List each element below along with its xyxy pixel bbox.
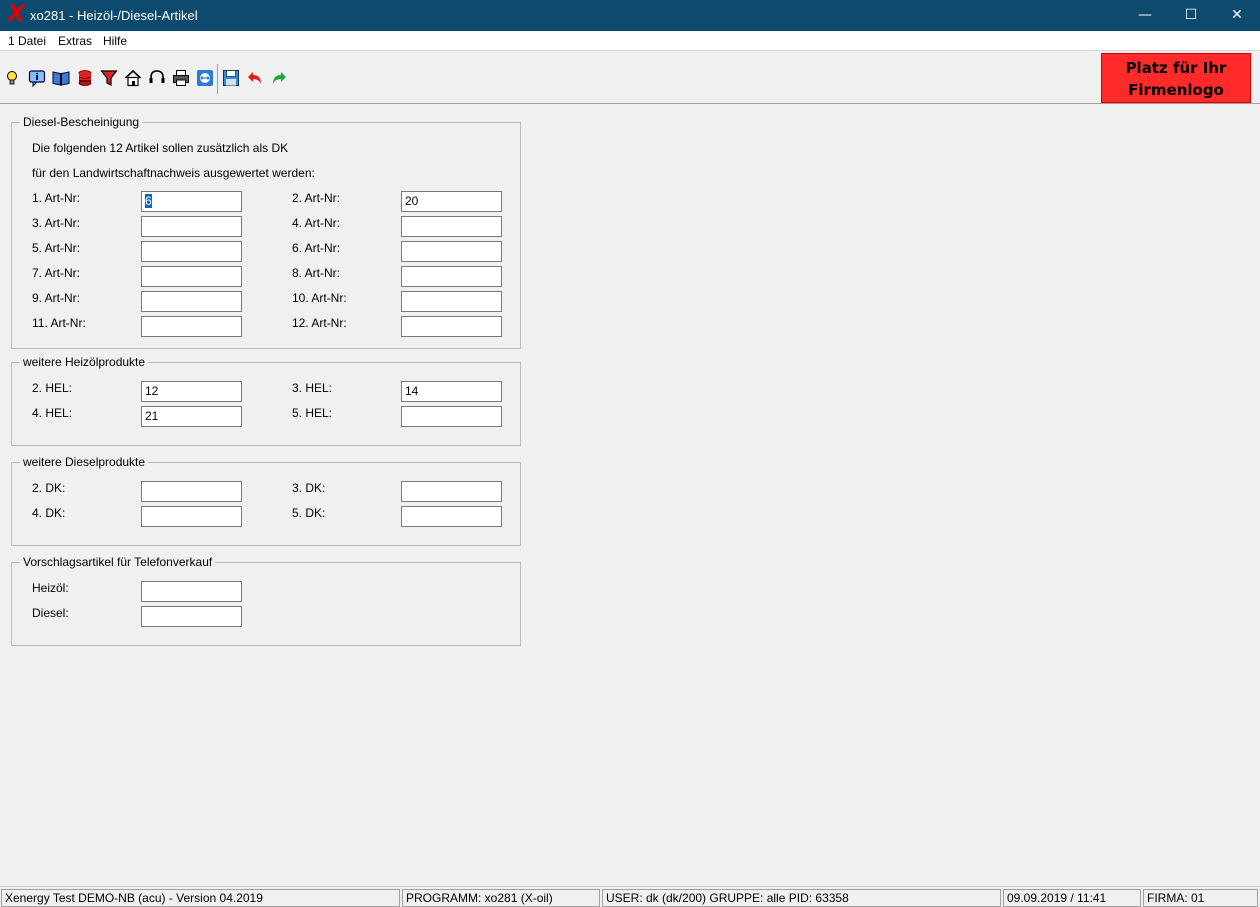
diesel-bescheinigung-group: Diesel-Bescheinigung Die folgenden 12 Ar… — [11, 115, 521, 349]
print-icon[interactable] — [171, 68, 191, 88]
status-program: PROGRAMM: xo281 (X-oil) — [402, 889, 600, 907]
main-content: Diesel-Bescheinigung Die folgenden 12 Ar… — [0, 105, 1260, 885]
menu-extras[interactable]: Extras — [58, 34, 92, 48]
field-label: 4. HEL: — [32, 406, 73, 420]
status-bar: Xenergy Test DEMO-NB (acu) - Version 04.… — [0, 886, 1260, 907]
logo-line1: Platz für Ihr — [1125, 59, 1227, 77]
field-label: 12. Art-Nr: — [292, 316, 347, 330]
headset-icon[interactable] — [147, 68, 167, 88]
art-nr-4-input[interactable] — [401, 216, 502, 237]
art-nr-11-input[interactable] — [141, 316, 242, 337]
field-label: 5. Art-Nr: — [32, 241, 81, 255]
info-icon[interactable] — [27, 68, 47, 88]
diesel-description-line1: Die folgenden 12 Artikel sollen zusätzli… — [32, 141, 289, 155]
field-label: 8. Art-Nr: — [292, 266, 341, 280]
redo-icon[interactable] — [269, 68, 289, 88]
field-label: 6. Art-Nr: — [292, 241, 341, 255]
field-label: 3. DK: — [292, 481, 326, 495]
status-datetime: 09.09.2019 / 11:41 — [1003, 889, 1141, 907]
art-nr-12-input[interactable] — [401, 316, 502, 337]
field-label: 9. Art-Nr: — [32, 291, 81, 305]
art-nr-2-input[interactable]: 20 — [401, 191, 502, 212]
art-nr-1-input[interactable]: 6 — [141, 191, 242, 212]
field-label: 1. Art-Nr: — [32, 191, 81, 205]
field-label: 4. Art-Nr: — [292, 216, 341, 230]
field-label: 3. Art-Nr: — [32, 216, 81, 230]
diesel-suggestion-input[interactable] — [141, 606, 242, 627]
status-firma: FIRMA: 01 — [1143, 889, 1258, 907]
undo-icon[interactable] — [245, 68, 265, 88]
heizoel-suggestion-input[interactable] — [141, 581, 242, 602]
status-user: USER: dk (dk/200) GRUPPE: alle PID: 6335… — [602, 889, 1001, 907]
group-title: Vorschlagsartikel für Telefonverkauf — [20, 555, 216, 569]
hel-3-input[interactable]: 14 — [401, 381, 502, 402]
remote-icon[interactable] — [195, 68, 215, 88]
book-icon[interactable] — [51, 68, 71, 88]
heizoel-products-group: weitere Heizölprodukte 2. HEL: 12 3. HEL… — [11, 355, 521, 446]
field-label: 3. HEL: — [292, 381, 333, 395]
field-label: 11. Art-Nr: — [32, 316, 86, 330]
field-label: 5. HEL: — [292, 406, 333, 420]
field-label: 2. Art-Nr: — [292, 191, 341, 205]
field-label: 10. Art-Nr: — [292, 291, 347, 305]
art-nr-3-input[interactable] — [141, 216, 242, 237]
minimize-button[interactable]: — — [1122, 0, 1168, 31]
lightbulb-icon[interactable] — [2, 68, 22, 88]
save-icon[interactable] — [221, 68, 241, 88]
logo-line2: Firmenlogo — [1128, 81, 1224, 99]
field-label: Heizöl: — [32, 581, 69, 595]
hel-5-input[interactable] — [401, 406, 502, 427]
database-icon[interactable] — [75, 68, 95, 88]
field-label: 4. DK: — [32, 506, 66, 520]
field-label: 2. HEL: — [32, 381, 73, 395]
status-version: Xenergy Test DEMO-NB (acu) - Version 04.… — [1, 889, 400, 907]
field-label: 2. DK: — [32, 481, 66, 495]
field-label: 7. Art-Nr: — [32, 266, 81, 280]
dk-5-input[interactable] — [401, 506, 502, 527]
company-logo-placeholder: Platz für Ihr Firmenlogo — [1101, 53, 1251, 103]
home-icon[interactable] — [123, 68, 143, 88]
dk-2-input[interactable] — [141, 481, 242, 502]
group-title: Diesel-Bescheinigung — [20, 115, 143, 129]
group-title: weitere Heizölprodukte — [20, 355, 149, 369]
app-logo-icon: X — [8, 2, 25, 27]
menu-bar: 1 Datei Extras Hilfe — [0, 31, 1260, 51]
diesel-description-line2: für den Landwirtschaftnachweis ausgewert… — [32, 166, 315, 180]
art-nr-9-input[interactable] — [141, 291, 242, 312]
telefonverkauf-group: Vorschlagsartikel für Telefonverkauf Hei… — [11, 555, 521, 646]
hel-2-input[interactable]: 12 — [141, 381, 242, 402]
title-bar: X xo281 - Heizöl-/Diesel-Artikel — ☐ ✕ — [0, 0, 1260, 31]
field-label: 5. DK: — [292, 506, 326, 520]
dk-4-input[interactable] — [141, 506, 242, 527]
close-button[interactable]: ✕ — [1214, 0, 1260, 31]
diesel-products-group: weitere Dieselprodukte 2. DK: 3. DK: 4. … — [11, 455, 521, 546]
art-nr-7-input[interactable] — [141, 266, 242, 287]
window-title: xo281 - Heizöl-/Diesel-Artikel — [30, 8, 198, 23]
maximize-button[interactable]: ☐ — [1168, 0, 1214, 31]
dk-3-input[interactable] — [401, 481, 502, 502]
toolbar-separator — [217, 64, 218, 94]
menu-hilfe[interactable]: Hilfe — [103, 34, 127, 48]
art-nr-5-input[interactable] — [141, 241, 242, 262]
art-nr-6-input[interactable] — [401, 241, 502, 262]
toolbar: Platz für Ihr Firmenlogo — [0, 52, 1260, 104]
menu-datei[interactable]: 1 Datei — [8, 34, 46, 48]
filter-icon[interactable] — [99, 68, 119, 88]
field-label: Diesel: — [32, 606, 69, 620]
art-nr-8-input[interactable] — [401, 266, 502, 287]
hel-4-input[interactable]: 21 — [141, 406, 242, 427]
group-title: weitere Dieselprodukte — [20, 455, 149, 469]
art-nr-10-input[interactable] — [401, 291, 502, 312]
